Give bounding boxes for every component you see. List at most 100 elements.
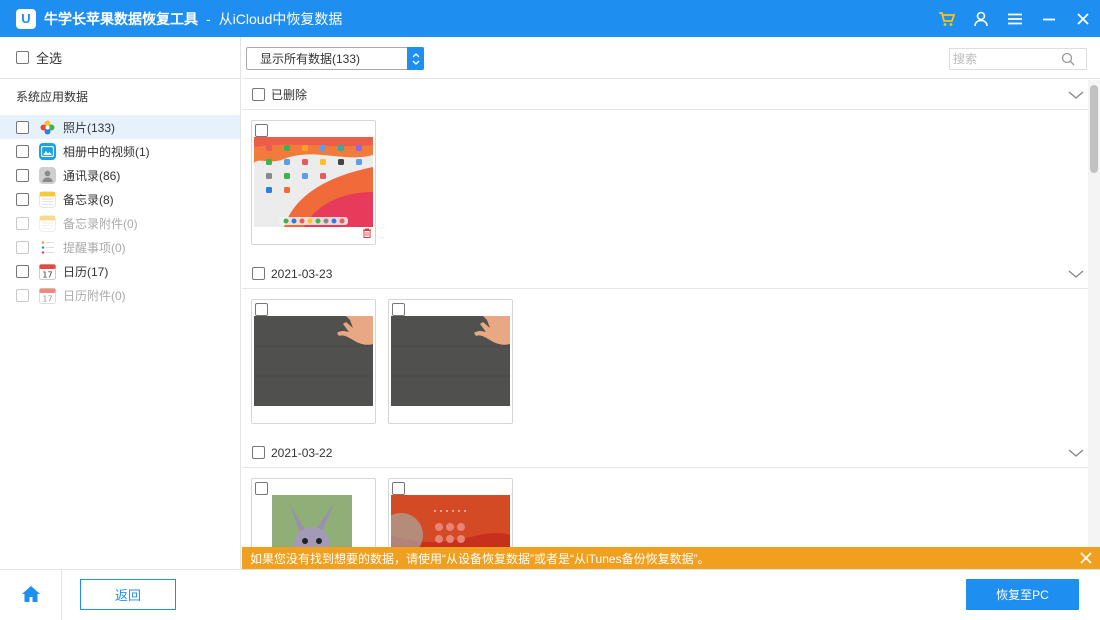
vertical-scrollbar[interactable] [1088,80,1100,547]
notice-bar: 如果您没有找到想要的数据，请使用“从设备恢复数据”或者是“从iTunes备份恢复… [242,547,1100,569]
fabric-with-hand-image [254,316,373,406]
photo-checkbox[interactable] [392,303,405,316]
recover-to-pc-button[interactable]: 恢复至PC [966,579,1079,610]
sidebar-item-calendar-attachments[interactable]: 17 日历附件(0) [0,283,240,307]
notes-attachment-icon [39,214,56,232]
item-checkbox[interactable] [16,264,29,278]
menu-icon[interactable] [998,0,1032,37]
toolbar: 显示所有数据(133) [242,37,1100,79]
sidebar-item-contacts[interactable]: 通讯录(86) [0,163,240,187]
section-label: 已删除 [271,88,308,102]
photo-thumbnail[interactable] [388,478,513,547]
photo-thumbnail[interactable] [251,120,376,245]
select-all-row[interactable]: 全选 [0,37,240,79]
sidebar-item-calendar[interactable]: 17 日历(17) [0,259,240,283]
section-checkbox[interactable] [252,267,265,280]
svg-text:17: 17 [42,294,52,303]
photo-checkbox[interactable] [255,124,268,137]
cartoon-donkey-image [272,495,352,547]
back-button[interactable]: 返回 [80,579,176,610]
section-label: 2021-03-23 [271,266,333,281]
item-checkbox[interactable] [16,168,29,182]
sidebar-item-label: 相册中的视频(1) [63,144,150,159]
contacts-icon [39,166,56,184]
item-checkbox[interactable] [16,240,29,254]
photo-thumbnail[interactable] [251,299,376,424]
group-title: 系统应用数据 [16,90,89,104]
svg-text:17: 17 [42,270,52,279]
chevron-down-icon[interactable] [1068,267,1084,282]
sidebar-item-notes[interactable]: 备忘录(8) [0,187,240,211]
sidebar-item-label: 备忘录(8) [63,192,114,207]
notice-text: 如果您没有找到想要的数据，请使用“从设备恢复数据”或者是“从iTunes备份恢复… [250,551,710,566]
select-all-checkbox[interactable] [16,51,29,64]
section-header-2021-03-23[interactable]: 2021-03-23 [242,259,1088,289]
page-title: 从iCloud中恢复数据 [218,10,343,27]
item-checkbox[interactable] [16,216,29,230]
app-logo: U [16,8,36,29]
photo-thumbnail[interactable] [388,299,513,424]
photos-icon [39,119,56,136]
section-header-deleted[interactable]: 已删除 [242,80,1088,110]
select-all-label: 全选 [36,51,63,66]
scrollbar-thumb[interactable] [1090,85,1098,173]
minimize-icon[interactable] [1032,0,1066,37]
photo-thumbnail[interactable] [251,478,376,547]
category-sidebar: 全选 系统应用数据 照片(133) 相册中的视频(1) 通讯录(86) 备忘录(… [0,37,241,570]
section-checkbox[interactable] [252,88,265,101]
item-checkbox[interactable] [16,144,29,158]
sidebar-item-label: 日历附件(0) [63,288,126,303]
lock-screen-image [391,495,510,547]
home-button[interactable] [0,570,62,620]
notes-icon [39,190,56,208]
fabric-with-hand-image [391,316,510,406]
user-icon[interactable] [964,0,998,37]
search-box[interactable] [949,48,1087,70]
calendar-attachment-icon: 17 [39,287,56,304]
filter-value: 显示所有数据(133) [260,52,361,66]
reminders-icon [39,239,56,256]
item-checkbox[interactable] [16,120,29,134]
title-bar: U 牛学长苹果数据恢复工具 - 从iCloud中恢复数据 [0,0,1100,37]
sidebar-item-label: 照片(133) [63,120,116,135]
filter-dropdown[interactable]: 显示所有数据(133) [246,47,424,70]
sidebar-item-photos[interactable]: 照片(133) [0,115,240,139]
cart-icon[interactable] [930,0,964,37]
item-checkbox[interactable] [16,192,29,206]
title-separator: - [206,10,211,27]
sidebar-item-label: 日历(17) [63,264,109,279]
close-icon[interactable] [1066,0,1100,37]
thumbnail-row [242,468,1088,547]
item-checkbox[interactable] [16,288,29,302]
sidebar-item-label: 通讯录(86) [63,168,121,183]
main-panel: 显示所有数据(133) 已删除 [242,37,1100,547]
sidebar-item-label: 提醒事项(0) [63,240,126,255]
album-video-icon [39,142,56,160]
photo-list: 已删除 2021-03-23 2021-03-22 [242,80,1088,547]
app-logo-letter: U [21,11,31,26]
sidebar-item-label: 备忘录附件(0) [63,216,138,231]
photo-checkbox[interactable] [392,482,405,495]
sidebar-item-notes-attachments[interactable]: 备忘录附件(0) [0,211,240,235]
chevron-down-icon[interactable] [1068,88,1084,103]
chevron-down-icon[interactable] [1068,446,1084,461]
thumbnail-row [242,110,1088,259]
home-icon [21,585,41,606]
thumbnail-row [242,289,1088,438]
section-label: 2021-03-22 [271,445,333,460]
app-title: 牛学长苹果数据恢复工具 [44,10,198,27]
search-icon[interactable] [1061,52,1075,66]
photo-checkbox[interactable] [255,482,268,495]
section-checkbox[interactable] [252,446,265,459]
calendar-icon: 17 [39,263,56,280]
trash-icon [362,226,372,241]
section-header-2021-03-22[interactable]: 2021-03-22 [242,438,1088,468]
ipad-homescreen-image [254,137,373,227]
sidebar-item-reminders[interactable]: 提醒事项(0) [0,235,240,259]
sidebar-item-album-video[interactable]: 相册中的视频(1) [0,139,240,163]
bottom-bar: 返回 恢复至PC [0,569,1100,620]
photo-checkbox[interactable] [255,303,268,316]
dropdown-arrow-icon[interactable] [407,47,424,70]
search-input[interactable] [953,52,1061,66]
close-icon[interactable] [1078,550,1094,566]
